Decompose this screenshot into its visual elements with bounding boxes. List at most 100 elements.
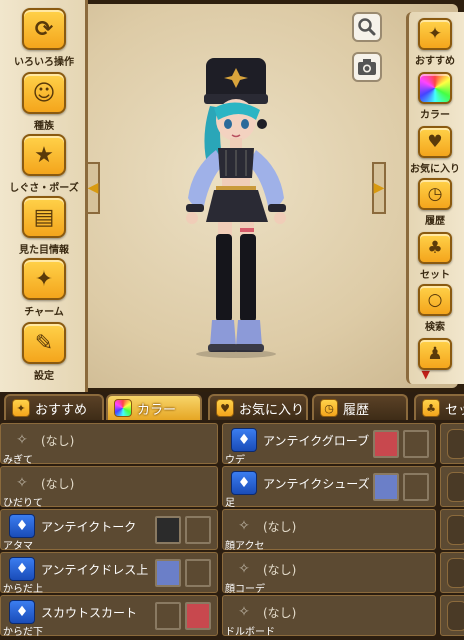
history-icon: ◷: [320, 399, 338, 417]
color-swatch-2[interactable]: [185, 559, 211, 587]
left-menu-button-6[interactable]: ✎ 設定: [12, 322, 76, 382]
slot-label: ウデ: [225, 455, 245, 466]
color-slot-icon: [447, 515, 464, 545]
left-menu-label: 見た目情報: [19, 245, 69, 256]
item-name: (なし): [263, 563, 297, 577]
item-name: アンテイクトーク: [41, 520, 137, 534]
refresh-icon: ⟳: [22, 8, 66, 50]
item-name: (なし): [263, 520, 297, 534]
tab-4[interactable]: ◷ 履歴: [312, 394, 408, 420]
right-menu-label: カラー: [420, 110, 450, 121]
wrench-icon: ✎: [22, 322, 66, 364]
right-menu-button-4[interactable]: ◷ 履歴: [410, 178, 460, 227]
tab-2[interactable]: カラー: [106, 394, 202, 420]
right-menu-button-3[interactable]: ♥ お気に入り: [410, 126, 460, 175]
tab-label: お気に入り: [239, 402, 305, 418]
equipment-slot-partial[interactable]: [440, 552, 464, 593]
color-slot-icon: [447, 429, 464, 459]
color-swatch-1[interactable]: [155, 559, 181, 587]
equipment-slot[interactable]: ♦ 足 アンテイクシューズ: [222, 466, 436, 509]
right-menu-button-6[interactable]: ○ 検索: [410, 284, 460, 333]
equipment-slot-partial[interactable]: [440, 509, 464, 550]
right-menu-button-5[interactable]: ♣ セット: [410, 232, 460, 281]
right-menu-label: お気に入り: [410, 164, 460, 175]
color-swatch-1[interactable]: [155, 516, 181, 544]
item-name: (なし): [41, 434, 75, 448]
item-name: (なし): [263, 606, 297, 620]
rotate-right-button[interactable]: ▶: [372, 162, 386, 214]
color-slot-icon: [447, 472, 464, 502]
slot-label: からだ上: [3, 584, 43, 595]
tab-label: カラー: [137, 402, 177, 418]
equipment-slot[interactable]: ✧ ひだりて (なし): [0, 466, 218, 509]
tab-1[interactable]: ✦ おすすめ: [4, 394, 104, 420]
right-menu-button-2[interactable]: カラー: [410, 72, 460, 121]
sparkle-icon: ✦: [22, 258, 66, 300]
equipment-slot[interactable]: ♦ からだ下 スカウトスカート: [0, 595, 218, 638]
right-menu-button-7[interactable]: ♟: [410, 338, 460, 370]
slot-label: ひだりて: [3, 498, 43, 509]
equipment-slot[interactable]: ✧ 顔アクセ (なし): [222, 509, 436, 552]
tab-label: セッ: [445, 402, 464, 418]
shirt-icon: ♣: [418, 232, 452, 264]
color-swatch-1[interactable]: [373, 430, 399, 458]
screenshot-button[interactable]: [352, 52, 382, 82]
equipment-slot-partial[interactable]: [440, 466, 464, 507]
rotate-left-button[interactable]: ◀: [86, 162, 100, 214]
right-menu-label: 履歴: [425, 216, 445, 227]
color-swatch-1[interactable]: [155, 602, 181, 630]
left-menu-button-3[interactable]: ★ しぐさ・ポーズ: [9, 134, 79, 194]
tab-label: おすすめ: [35, 402, 88, 418]
empty-slot-icon: ✧: [238, 604, 250, 620]
magnifier-icon: ○: [418, 284, 452, 316]
left-menu-button-1[interactable]: ⟳ いろいろ操作: [12, 8, 76, 68]
item-name: スカウトスカート: [41, 606, 138, 620]
tab-3[interactable]: ♥ お気に入り: [208, 394, 308, 420]
equipment-icon: ♦: [231, 471, 257, 495]
equipment-slot[interactable]: ✧ ドルボード (なし): [222, 595, 436, 638]
color-swatch-2[interactable]: [403, 430, 429, 458]
left-menu-button-2[interactable]: ☺ 種族: [12, 72, 76, 132]
rainbow-icon: [114, 399, 132, 417]
sparkle-star-icon: ✦: [418, 18, 452, 50]
color-swatch-1[interactable]: [373, 473, 399, 501]
category-tabs: ✦ おすすめ カラー ♥ お気に入り ◷ 履歴 ♣ セッ: [0, 392, 464, 422]
color-swatch-2[interactable]: [403, 473, 429, 501]
color-swatch-2[interactable]: [185, 602, 211, 630]
left-menu-label: 設定: [34, 371, 54, 382]
right-menu-label: 検索: [425, 322, 445, 333]
star-icon: ★: [22, 134, 66, 176]
color-swatch-2[interactable]: [185, 516, 211, 544]
right-menu-button-1[interactable]: ✦ おすすめ: [410, 18, 460, 67]
equipment-icon: ♦: [9, 557, 35, 581]
slot-label: みぎて: [3, 455, 33, 466]
tab-label: 履歴: [343, 402, 370, 418]
slot-label: 足: [225, 498, 235, 509]
figure-icon: ♟: [418, 338, 452, 370]
left-menu-label: いろいろ操作: [14, 57, 74, 68]
right-menu-label: おすすめ: [415, 56, 455, 67]
history-icon: ◷: [418, 178, 452, 210]
tab-5[interactable]: ♣ セッ: [414, 394, 464, 420]
equipment-slot[interactable]: ♦ からだ上 アンテイクドレス上: [0, 552, 218, 595]
equipment-slot[interactable]: ✧ 顔コーデ (なし): [222, 552, 436, 595]
equipment-icon: ♦: [9, 600, 35, 624]
equipment-slot[interactable]: ♦ アタマ アンテイクトーク: [0, 509, 218, 552]
equipment-slot[interactable]: ✧ みぎて (なし): [0, 423, 218, 466]
equipment-slot[interactable]: ♦ ウデ アンテイクグローブ: [222, 423, 436, 466]
equipment-slot-partial[interactable]: [440, 423, 464, 464]
people-icon: ☺: [22, 72, 66, 114]
item-name: アンテイクドレス上: [41, 563, 149, 577]
slot-label: からだ下: [3, 627, 43, 638]
zoom-button[interactable]: [352, 12, 382, 42]
empty-slot-icon: ✧: [238, 518, 250, 534]
equipment-icon: ♦: [231, 428, 257, 452]
equipment-slot-partial[interactable]: [440, 595, 464, 636]
left-menu-button-5[interactable]: ✦ チャーム: [12, 258, 76, 318]
heart-icon: ♥: [418, 126, 452, 158]
camera-icon: [358, 59, 376, 75]
empty-slot-icon: ✧: [238, 561, 250, 577]
left-menu-button-4[interactable]: ▤ 見た目情報: [12, 196, 76, 256]
empty-slot-icon: ✧: [16, 475, 28, 491]
rainbow-icon: [418, 72, 452, 104]
